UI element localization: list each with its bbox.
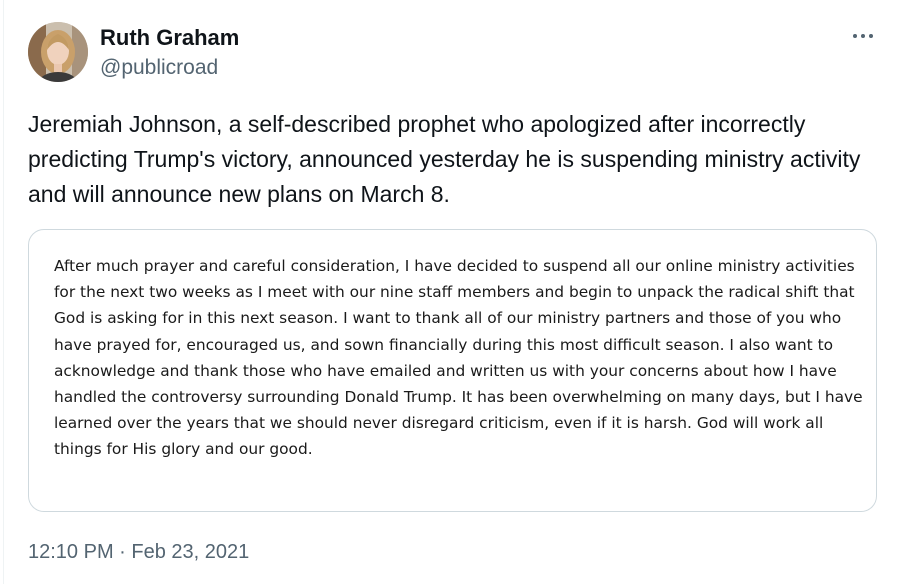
profile-photo-icon [28, 22, 88, 82]
tweet: Ruth Graham @publicroad Jeremiah Johnson… [0, 0, 900, 584]
avatar[interactable] [28, 22, 88, 82]
more-horizontal-icon [851, 34, 875, 38]
tweet-timestamp[interactable]: 12:10 PM · Feb 23, 2021 [28, 538, 249, 566]
author-block: Ruth Graham @publicroad [100, 24, 239, 82]
attached-image[interactable]: After much prayer and careful considerat… [28, 229, 877, 512]
more-options-button[interactable] [846, 22, 880, 50]
statement-text: After much prayer and careful considerat… [54, 257, 863, 459]
divider [3, 0, 4, 584]
tweet-text: Jeremiah Johnson, a self-described proph… [28, 111, 861, 207]
user-handle[interactable]: @publicroad [100, 54, 239, 82]
display-name[interactable]: Ruth Graham [100, 24, 239, 52]
